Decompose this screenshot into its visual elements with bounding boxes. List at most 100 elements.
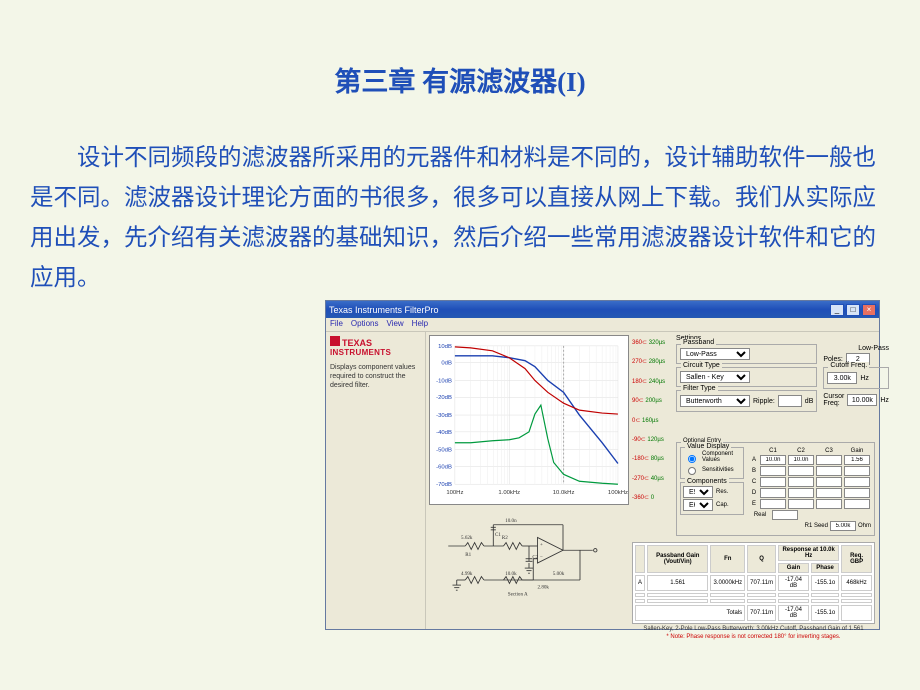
ti-logo: TEXAS INSTRUMENTS [330,336,421,357]
totals-label: Totals [635,605,745,621]
svg-text:C1: C1 [495,532,501,538]
svg-text:10dB: 10dB [438,344,452,350]
axis-d-5: 120µs [647,437,663,443]
menu-file[interactable]: File [330,319,343,330]
oe-real-label: Real [750,512,770,518]
svg-text:-50dB: -50dB [436,448,452,454]
oe-A-c3[interactable] [816,455,842,465]
svg-text:+: + [540,542,543,548]
ti-logo-sub: INSTRUMENTS [330,348,391,357]
cell-A-phase: -155.1o [811,575,839,591]
svg-text:-20dB: -20dB [436,395,452,401]
svg-text:100Hz: 100Hz [446,490,463,496]
minimize-button[interactable]: _ [830,304,844,316]
cutoff-input[interactable] [827,372,857,384]
oe-A-gain[interactable] [844,455,870,465]
settings-panel: Settings Passband Low-Pass Circuit Type … [676,335,875,415]
ripple-label: Ripple: [753,398,775,405]
menu-view[interactable]: View [386,319,403,330]
cutoff-unit: Hz [860,375,869,382]
circuit-schematic: 5.62k R1 R2 10.0n C1 [429,512,629,597]
passband-select[interactable]: Low-Pass [680,348,750,360]
oe-C-c1[interactable] [760,477,786,487]
filter-type-label: Filter Type [681,385,718,392]
menu-options[interactable]: Options [351,319,379,330]
sidebar-hint: Displays component values required to co… [330,363,421,390]
cursor-input[interactable] [847,394,877,406]
close-button[interactable]: × [862,304,876,316]
totals-q: 707.11m [747,605,776,621]
passband-group: Passband Low-Pass [676,344,817,364]
ti-logo-brand: TEXAS [342,338,372,348]
oe-D-c1[interactable] [760,488,786,498]
svg-text:10.0kHz: 10.0kHz [553,490,575,496]
oe-D-c3[interactable] [816,488,842,498]
value-display-label: Value Display [685,443,731,450]
oe-B-c1[interactable] [760,466,786,476]
circuit-type-group: Circuit Type Sallen - Key [676,367,817,387]
th-row [635,545,645,573]
oe-B-gain[interactable] [844,466,870,476]
oe-A-c2[interactable] [788,455,814,465]
radio-component-label: Component Values [702,451,741,463]
svg-text:5.00k: 5.00k [553,571,565,577]
cursor-unit: Hz [880,397,889,404]
res-select[interactable]: E96 [683,486,713,498]
svg-text:0dB: 0dB [441,361,452,367]
maximize-button[interactable]: □ [846,304,860,316]
components-label: Components [685,478,729,485]
window-buttons: _ □ × [830,304,876,316]
ripple-input[interactable] [778,395,802,407]
topright-lowpass: Low-Pass [858,345,889,352]
axis-d-8: 0 [651,495,654,501]
radio-component-values[interactable] [688,455,696,463]
oe-real[interactable] [772,510,798,520]
radio-sensitivities[interactable] [688,467,696,475]
cursor-label: Cursor Freq: [823,393,844,407]
axis-r-0: 360⊂ [632,340,647,346]
oe-B-c2[interactable] [788,466,814,476]
axis-r-4: 0⊂ [632,418,640,424]
res-label: Res. [716,489,728,495]
seed-input[interactable] [830,521,856,531]
svg-text:R1: R1 [465,552,471,558]
svg-text:10.0k: 10.0k [505,571,517,577]
cutoff-label: Cutoff Freq. [828,362,869,369]
menu-help[interactable]: Help [412,319,428,330]
svg-text:−: − [540,555,543,561]
circuit-type-select[interactable]: Sallen - Key [680,371,750,383]
circuit-type-label: Circuit Type [681,362,722,369]
oe-C-gain[interactable] [844,477,870,487]
axis-r-3: 90⊂ [632,398,644,404]
totals-phase: -155.1o [811,605,839,621]
svg-text:100kHz: 100kHz [608,490,628,496]
titlebar[interactable]: Texas Instruments FilterPro _ □ × [326,301,879,318]
results-totals: Totals 707.11m -17.04 dB -155.1o [635,605,872,621]
oe-A-c1[interactable] [760,455,786,465]
axis-d-6: 80µs [651,456,664,462]
oe-E-c1[interactable] [760,499,786,509]
svg-text:4.99k: 4.99k [461,571,473,577]
filterpro-window: Texas Instruments FilterPro _ □ × File O… [325,300,880,630]
oe-C-c3[interactable] [816,477,842,487]
oe-D-c2[interactable] [788,488,814,498]
cell-A-id: A [635,575,645,591]
slide-paragraph: 设计不同频段的滤波器所采用的元器件和材料是不同的，设计辅助软件一般也是不同。滤波… [30,139,890,299]
oe-E-gain[interactable] [844,499,870,509]
ti-logo-icon [330,336,340,346]
results-warning: * Note: Phase response is not corrected … [632,634,875,640]
oe-D-gain[interactable] [844,488,870,498]
cap-label: Cap. [716,502,729,508]
cutoff-group: Cutoff Freq. Hz [823,367,889,389]
oe-E-c3[interactable] [816,499,842,509]
oe-C-c2[interactable] [788,477,814,487]
sidebar: TEXAS INSTRUMENTS Displays component val… [326,332,426,629]
ripple-unit: dB [805,398,814,405]
axis-d-3: 200µs [645,398,661,404]
cap-select[interactable]: E6 [683,499,713,511]
oe-E-c2[interactable] [788,499,814,509]
filter-type-select[interactable]: Butterworth [680,395,750,407]
results-table: Passband Gain (Vout/Vin) Fn Q Response a… [632,542,875,624]
passband-label: Passband [681,339,716,346]
oe-B-c3[interactable] [816,466,842,476]
